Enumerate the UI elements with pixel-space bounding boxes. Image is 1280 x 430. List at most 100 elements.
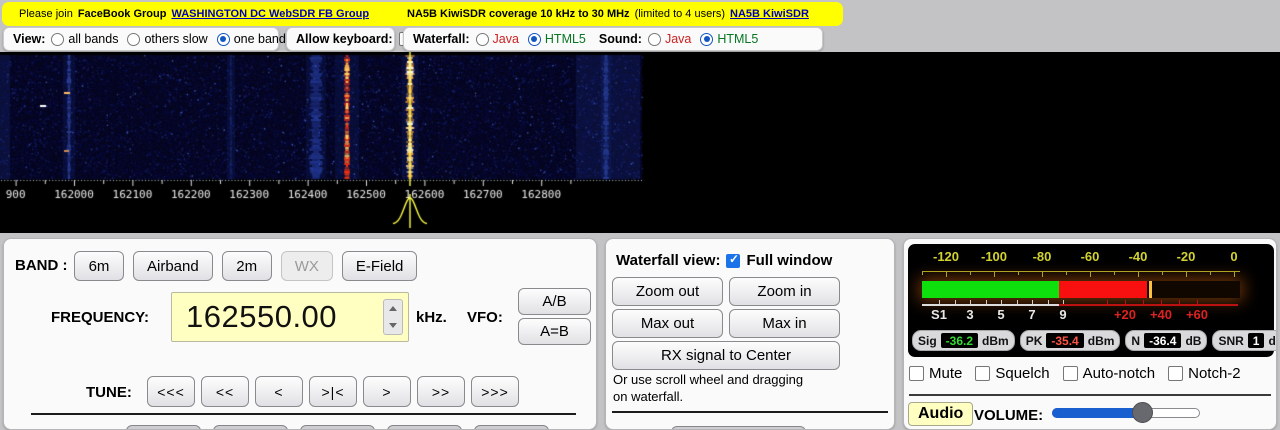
tune-step-button-4[interactable]: > <box>363 376 411 407</box>
band-button-e-field[interactable]: E-Field <box>342 251 418 281</box>
tune-step-button-0[interactable]: <<< <box>147 376 195 407</box>
tuning-panel: BAND : 6mAirband2mWXE-Field FREQUENCY: k… <box>3 238 597 430</box>
view-radio[interactable] <box>127 33 140 46</box>
readout-label: PK <box>1026 334 1043 348</box>
meter-scale-label: -40 <box>1129 249 1148 264</box>
plus-db-label: +20 <box>1114 307 1136 322</box>
divider <box>909 394 1271 396</box>
plus-scale-tick <box>1161 300 1162 304</box>
s-scale-tick <box>1063 300 1064 304</box>
band-button-airband[interactable]: Airband <box>133 251 213 281</box>
checkbox-label: Notch-2 <box>1188 365 1241 382</box>
readout-unit: dBm <box>1088 334 1115 348</box>
frequency-input[interactable] <box>171 292 409 342</box>
view-radio[interactable] <box>217 33 230 46</box>
partial-button[interactable] <box>387 425 462 430</box>
tune-step-button-6[interactable]: >>> <box>471 376 519 407</box>
notch-2-checkbox-item[interactable]: Notch-2 <box>1168 365 1241 382</box>
plus-scale-tick <box>1179 300 1180 304</box>
spinner-up-icon[interactable] <box>389 306 397 311</box>
audio-checkbox-row: Mute Squelch Auto-notch Notch-2 <box>909 365 1241 382</box>
sound-render-radio[interactable] <box>700 33 713 46</box>
vfo-button-ab[interactable]: A/B <box>518 288 591 315</box>
band-button-2m[interactable]: 2m <box>222 251 272 281</box>
band-button-wx[interactable]: WX <box>281 251 333 281</box>
max-out-button[interactable]: Max out <box>612 309 723 338</box>
band-button-row: 6m Airband 2m WX E-Field <box>74 251 417 281</box>
waterfall-hint-line1: Or use scroll wheel and dragging <box>613 372 803 387</box>
meter-tick <box>1162 272 1163 275</box>
waterfall-render-option-label: Java <box>493 32 519 46</box>
meter-tick <box>970 272 971 275</box>
s-scale-tick <box>970 300 971 304</box>
mode-button-row <box>126 425 549 430</box>
view-radio[interactable] <box>51 33 64 46</box>
max-in-button[interactable]: Max in <box>729 309 840 338</box>
readout-value: -36.2 <box>941 333 978 348</box>
rx-signal-to-center-button[interactable]: RX signal to Center <box>612 341 840 370</box>
sound-render-option[interactable]: HTML5 <box>700 32 758 46</box>
meter-scale-label: -20 <box>1177 249 1196 264</box>
meter-tick <box>1042 272 1043 277</box>
partial-button[interactable] <box>474 425 549 430</box>
sound-render-radio[interactable] <box>648 33 661 46</box>
volume-fill <box>1052 408 1142 418</box>
meter-tick <box>1138 272 1139 277</box>
audio-chip: Audio <box>908 402 973 426</box>
mute-checkbox-item[interactable]: Mute <box>909 365 962 382</box>
mute-checkbox[interactable] <box>909 366 924 381</box>
facebook-group-link[interactable]: WASHINGTON DC WebSDR FB Group <box>171 8 369 20</box>
peak-marker <box>1149 281 1152 298</box>
partial-button[interactable] <box>213 425 288 430</box>
band-button-6m[interactable]: 6m <box>74 251 124 281</box>
volume-label: VOLUME: <box>974 407 1043 424</box>
waterfall-radio-group: Java HTML5 <box>476 32 595 46</box>
partial-button[interactable] <box>671 426 806 430</box>
waterfall-render-option[interactable]: Java <box>476 32 519 46</box>
meter-tick <box>1018 272 1019 275</box>
meter-tick <box>1114 272 1115 275</box>
kiwisdr-link[interactable]: NA5B KiwiSDR <box>730 8 809 20</box>
full-window-checkbox[interactable] <box>726 254 740 268</box>
waterfall-render-option-label: HTML5 <box>545 32 586 46</box>
s-scale-tick <box>986 300 987 304</box>
spinner-down-icon[interactable] <box>389 323 397 328</box>
squelch-checkbox-item[interactable]: Squelch <box>975 365 1049 382</box>
partial-button[interactable] <box>300 425 375 430</box>
notch-2-checkbox[interactable] <box>1168 366 1183 381</box>
s-scale-tick <box>1048 300 1049 304</box>
divider <box>31 413 576 415</box>
tune-step-button-1[interactable]: << <box>201 376 249 407</box>
signal-bar <box>922 281 1240 298</box>
volume-thumb[interactable] <box>1132 402 1153 423</box>
sound-render-option[interactable]: Java <box>648 32 691 46</box>
vfo-button-aeqb[interactable]: A=B <box>518 318 591 345</box>
zoom-in-button[interactable]: Zoom in <box>729 277 840 306</box>
waterfall-render-option[interactable]: HTML5 <box>528 32 586 46</box>
view-option-label: one band <box>234 32 286 46</box>
tune-step-button-5[interactable]: >> <box>417 376 465 407</box>
checkbox-label: Mute <box>929 365 962 382</box>
view-option[interactable]: all bands <box>51 32 118 46</box>
tune-step-button-2[interactable]: < <box>255 376 303 407</box>
volume-slider[interactable] <box>1052 408 1200 418</box>
auto-notch-checkbox-item[interactable]: Auto-notch <box>1063 365 1156 382</box>
zoom-out-button[interactable]: Zoom out <box>612 277 723 306</box>
readout-snr: SNR1dB <box>1212 330 1277 351</box>
auto-notch-checkbox[interactable] <box>1063 366 1078 381</box>
squelch-checkbox[interactable] <box>975 366 990 381</box>
view-panel: View: all bandsothers slowone bandblind <box>3 27 279 51</box>
readout-unit: dB <box>1185 334 1201 348</box>
s-scale-tick <box>955 300 956 304</box>
readout-pk: PK-35.4 dBm <box>1020 330 1121 351</box>
view-option[interactable]: one band <box>217 32 286 46</box>
waterfall-display[interactable] <box>0 52 1280 233</box>
partial-button[interactable] <box>126 425 201 430</box>
meter-tick <box>1090 272 1091 277</box>
waterfall-render-radio[interactable] <box>476 33 489 46</box>
tune-step-button-3[interactable]: >|< <box>309 376 357 407</box>
view-option[interactable]: others slow <box>127 32 207 46</box>
waterfall-render-radio[interactable] <box>528 33 541 46</box>
readout-value: -35.4 <box>1046 333 1083 348</box>
frequency-spinner[interactable] <box>383 299 403 335</box>
